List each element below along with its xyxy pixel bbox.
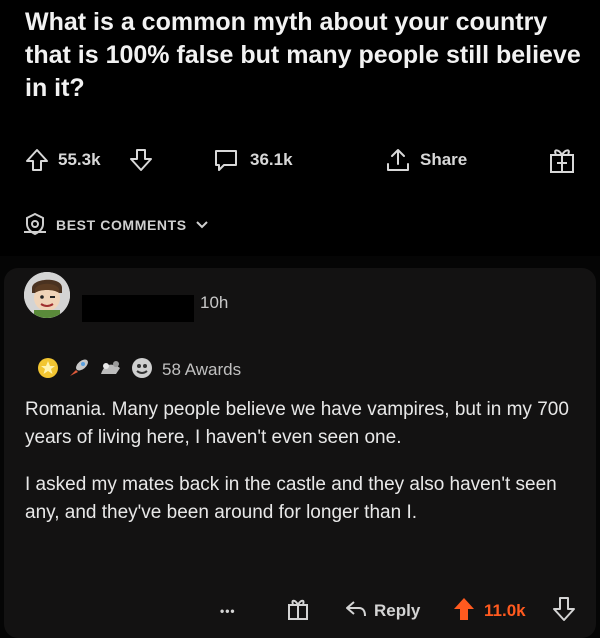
reply-icon xyxy=(344,598,368,625)
more-options-button[interactable]: ••• xyxy=(220,598,236,624)
downvote-icon xyxy=(128,147,154,173)
post-upvote-button[interactable] xyxy=(24,142,50,178)
post-comments-button[interactable]: 36.1k xyxy=(212,142,293,178)
post-downvote-button[interactable] xyxy=(128,142,154,178)
silver-award-icon xyxy=(130,356,154,385)
post-actions: 55.3k 36.1k Share xyxy=(0,142,600,178)
award-icon xyxy=(548,145,576,175)
chevron-down-icon xyxy=(195,217,209,233)
moderator-icon xyxy=(22,211,48,240)
comment-awards[interactable]: 58 Awards xyxy=(36,356,241,384)
comment-actions: ••• Reply 11.0k xyxy=(0,596,600,627)
redacted-username xyxy=(82,295,194,322)
award-icon xyxy=(286,596,310,627)
upvote-icon xyxy=(24,147,50,173)
comment-upvote-button[interactable] xyxy=(452,596,476,627)
post-share-button[interactable]: Share xyxy=(384,142,467,178)
post-title: What is a common myth about your country… xyxy=(25,8,581,102)
upvote-icon xyxy=(452,596,476,627)
awards-count: 58 Awards xyxy=(162,360,242,379)
post-score: 55.3k xyxy=(58,150,101,169)
comment-timestamp: 10h xyxy=(200,293,229,312)
rocket-award-icon xyxy=(66,356,92,385)
reply-label: Reply xyxy=(374,601,421,620)
gold-award-icon xyxy=(36,356,60,385)
post-comment-count: 36.1k xyxy=(250,150,293,169)
reply-button[interactable]: Reply xyxy=(344,598,420,624)
comment-paragraph: I asked my mates back in the castle and … xyxy=(25,474,557,523)
post: What is a common myth about your country… xyxy=(0,0,600,256)
share-icon xyxy=(384,146,412,174)
comment-body: Romania. Many people believe we have vam… xyxy=(25,396,585,546)
comment-score: 11.0k xyxy=(484,601,526,620)
comment-paragraph: Romania. Many people believe we have vam… xyxy=(25,399,569,448)
post-award-button[interactable] xyxy=(548,142,576,178)
comment-downvote-button[interactable] xyxy=(552,596,576,627)
sort-dropdown[interactable]: BEST COMMENTS xyxy=(22,210,209,240)
comment-icon xyxy=(212,147,240,173)
share-label: Share xyxy=(420,150,468,169)
comment-award-button[interactable] xyxy=(286,598,310,624)
avatar[interactable] xyxy=(24,272,70,318)
downvote-icon xyxy=(552,596,576,627)
sort-label: BEST COMMENTS xyxy=(56,217,187,233)
wholesome-award-icon xyxy=(98,356,124,385)
